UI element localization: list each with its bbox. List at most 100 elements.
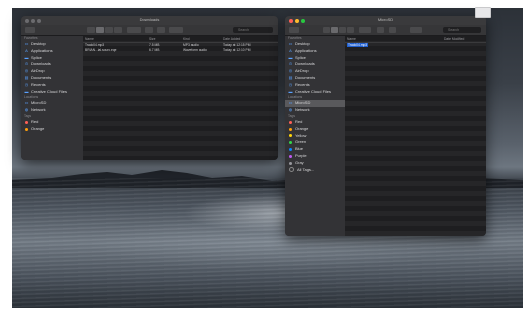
sidebar-item-creative-cloud-files[interactable]: ▬ Creative Cloud Files (21, 89, 83, 96)
action-button[interactable] (169, 27, 183, 33)
file-size: 6.7 MB (149, 48, 160, 52)
tags-button[interactable] (157, 27, 165, 33)
sidebar-item-all-tags[interactable]: All Tags... (285, 167, 345, 174)
sidebar-item-label: Purple (295, 152, 307, 158)
sidebar-item-creative-cloud-files[interactable]: ▬ Creative Cloud Files (285, 89, 345, 96)
view-gallery-button[interactable] (347, 27, 354, 33)
title-bar[interactable]: Downloads (21, 16, 278, 25)
sidebar-item-red[interactable]: Red (21, 119, 83, 126)
share-button[interactable] (377, 27, 384, 33)
table-row[interactable]: Track04.mp3 (345, 43, 486, 48)
airdrop-icon: ◎ (24, 68, 29, 74)
sidebar-item-green[interactable]: Green (285, 139, 345, 146)
downloads-icon: ⊙ (24, 61, 29, 67)
sidebar-item-label: Recents (295, 81, 310, 87)
file-kind: Waveform audio (183, 48, 207, 52)
tag-dot-icon (289, 161, 292, 165)
sidebar-item-orange[interactable]: Orange (285, 126, 345, 133)
documents-icon: ▤ (24, 74, 29, 80)
sidebar-item-applications[interactable]: A Applications (21, 48, 83, 55)
desktop-icon: ▭ (24, 41, 29, 46)
drive-icon: ▭ (288, 100, 293, 106)
column-date-modified[interactable]: Date Modified (442, 36, 484, 42)
sidebar-item-yellow[interactable]: Yellow (285, 133, 345, 140)
search-input[interactable]: Search (443, 27, 481, 33)
back-forward-button[interactable] (289, 27, 299, 33)
sidebar-item-label: MicroSD (31, 100, 47, 106)
external-drive-icon[interactable] (475, 7, 491, 18)
tags-button[interactable] (389, 27, 396, 33)
tag-dot-icon (289, 154, 292, 158)
tag-dot-icon (289, 148, 292, 152)
file-date: Today at 12:10 PM (223, 48, 251, 52)
sidebar-item-airdrop[interactable]: ◎ AirDrop (21, 68, 83, 75)
sidebar-item-splice[interactable]: ▬ Splice (285, 55, 345, 62)
sidebar-item-applications[interactable]: A Applications (285, 48, 345, 55)
tag-dot-icon (25, 120, 28, 124)
view-columns-button[interactable] (339, 27, 346, 33)
column-kind[interactable]: Kind (181, 36, 221, 42)
sidebar-item-documents[interactable]: ▤ Documents (285, 75, 345, 82)
tag-dot-icon (289, 141, 292, 145)
sidebar-item-label: Creative Cloud Files (295, 88, 332, 94)
sidebar-item-recents[interactable]: ◷ Recents (285, 82, 345, 89)
sidebar-item-recents[interactable]: ◷ Recents (21, 82, 83, 89)
sidebar-item-network[interactable]: ◍ Network (21, 107, 83, 114)
column-size[interactable]: Size (147, 36, 181, 42)
view-icons-button[interactable] (323, 27, 330, 33)
view-list-button[interactable] (331, 27, 338, 33)
network-icon: ◍ (288, 107, 293, 113)
sidebar-item-red[interactable]: Red (285, 119, 345, 126)
sidebar-item-microsd[interactable]: ▭ MicroSD (285, 100, 345, 108)
sidebar: Favorites ▭ Desktop A Applications ▬ Splice ⊙ Do… (21, 36, 83, 160)
sidebar-item-label: Documents (295, 74, 316, 80)
sidebar-item-label: Red (295, 118, 303, 124)
tag-dot-icon (289, 134, 292, 138)
tag-dot-icon (289, 120, 292, 124)
sidebar-item-label: Network (295, 107, 310, 113)
sidebar-item-label: Applications (295, 47, 317, 53)
finder-window-microsd[interactable]: MicroSD Search Favorites ▭ Desktop A Applica… (285, 16, 486, 236)
sidebar-item-label: Yellow (295, 132, 307, 138)
toolbar: Search (21, 25, 278, 36)
sidebar-item-label: Orange (295, 125, 309, 131)
sidebar-item-gray[interactable]: Gray (285, 160, 345, 167)
title-bar[interactable]: MicroSD (285, 16, 486, 25)
search-input[interactable]: Search (233, 27, 273, 33)
back-forward-button[interactable] (25, 27, 35, 33)
sidebar-item-downloads[interactable]: ⊙ Downloads (21, 61, 83, 68)
tag-dot-icon (289, 127, 292, 131)
view-gallery-button[interactable] (114, 27, 122, 33)
view-list-button[interactable] (96, 27, 104, 33)
sidebar-item-label: AirDrop (31, 68, 45, 74)
column-date-added[interactable]: Date Added (221, 36, 278, 42)
sidebar-item-network[interactable]: ◍ Network (285, 107, 345, 114)
selected-file-name: Track04.mp3 (347, 43, 369, 47)
finder-window-downloads[interactable]: Downloads Search Favorites ▭ Desktop A Appli… (21, 16, 278, 160)
folder-icon: ▬ (24, 54, 29, 60)
sidebar-item-downloads[interactable]: ⊙ Downloads (285, 61, 345, 68)
sidebar-item-splice[interactable]: ▬ Splice (21, 55, 83, 62)
group-button[interactable] (359, 27, 371, 33)
sidebar-item-desktop[interactable]: ▭ Desktop (285, 41, 345, 48)
folder-icon: ▬ (288, 88, 293, 94)
share-button[interactable] (145, 27, 153, 33)
column-name[interactable]: Name (345, 36, 442, 42)
airdrop-icon: ◎ (288, 68, 293, 74)
sidebar-item-label: Desktop (31, 41, 46, 46)
view-icons-button[interactable] (87, 27, 95, 33)
sidebar-item-desktop[interactable]: ▭ Desktop (21, 41, 83, 48)
applications-icon: A (289, 47, 292, 53)
table-row[interactable]: BRIAN...ial.sourc.eqe 6.7 MB Waveform au… (83, 48, 278, 53)
sidebar-item-orange[interactable]: Orange (21, 126, 83, 133)
column-name[interactable]: Name (83, 36, 147, 42)
sidebar-item-blue[interactable]: Blue (285, 146, 345, 153)
sidebar-item-microsd[interactable]: ▭ MicroSD (21, 100, 83, 107)
action-button[interactable] (410, 27, 422, 33)
group-button[interactable] (127, 27, 141, 33)
sidebar-item-airdrop[interactable]: ◎ AirDrop (285, 68, 345, 75)
view-columns-button[interactable] (105, 27, 113, 33)
sidebar-item-purple[interactable]: Purple (285, 153, 345, 160)
folder-icon: ▬ (288, 54, 293, 60)
sidebar-item-documents[interactable]: ▤ Documents (21, 75, 83, 82)
